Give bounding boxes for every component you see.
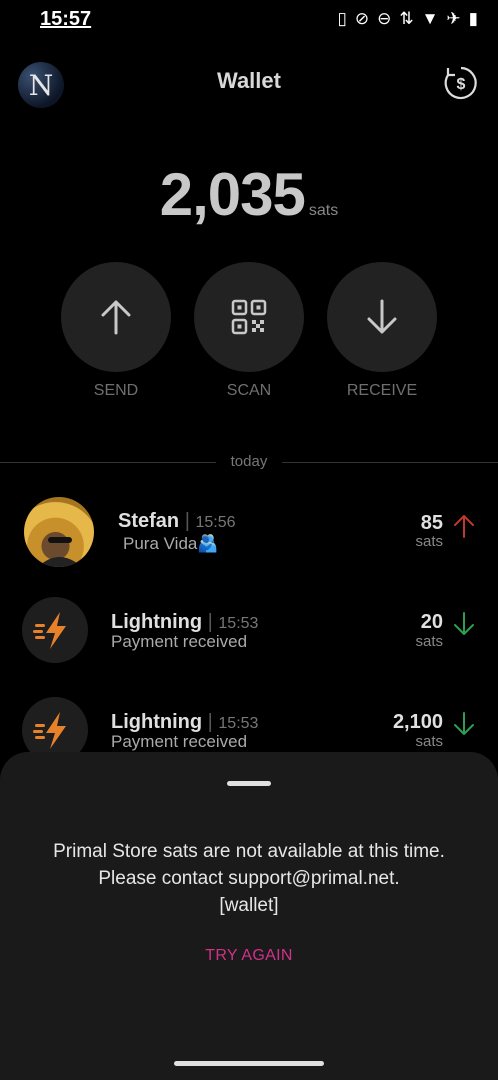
airplane-icon: ✈ [446,9,461,28]
try-again-button[interactable]: TRY AGAIN [0,947,498,965]
avatar[interactable] [24,497,94,567]
wifi-icon: ▼ [421,9,439,28]
transaction-unit: sats [415,633,443,650]
transaction-time: 15:53 [218,715,259,732]
status-time: 15:57 [40,8,92,30]
transaction-note: Pura Vida🫂 [123,534,219,553]
dollar-refresh-icon: $ [444,66,477,100]
transaction-name-text: Lightning [111,711,203,733]
dnd-icon: ⊖ [377,9,392,28]
separator: | [184,510,190,532]
scan-button[interactable]: SCAN [193,262,305,400]
separator: | [207,711,213,733]
qr-code-icon [231,299,267,335]
error-bottom-sheet: Primal Store sats are not available at t… [0,752,498,1080]
mute-icon: ⊘ [354,9,370,28]
error-message: Primal Store sats are not available at t… [30,838,468,919]
transaction-name-text: Lightning [111,611,203,633]
status-icons: ▯ ⊘ ⊖ ⇅ ▼ ✈ ▮ [337,8,478,30]
send-button[interactable]: SEND [60,262,172,400]
error-message-text: Primal Store sats are not available at t… [53,841,445,889]
transaction-row[interactable]: Stefan | 15:56 Pura Vida🫂 85 sats [0,496,498,576]
transaction-time: 15:53 [218,615,259,632]
transaction-amount: 85 [420,512,443,534]
balance-value: 2,035 [159,161,306,228]
separator: | [207,611,213,633]
svg-text:$: $ [457,76,466,93]
transaction-note: Payment received [111,732,248,751]
balance: 2,035 sats [0,160,498,229]
send-circle[interactable] [61,262,171,372]
arrow-up-icon [101,300,131,335]
transaction-note: Payment received [111,632,248,651]
currency-toggle-button[interactable]: $ [442,64,480,102]
user-photo-icon [38,537,82,567]
scan-circle[interactable] [194,262,304,372]
balance-unit: sats [308,202,339,219]
lightning-icon [33,612,66,649]
transaction-amount: 20 [420,611,443,633]
transaction-name-text: Stefan [118,510,180,532]
nfc-icon: ▯ [337,9,347,28]
transaction-row[interactable]: Lightning | 15:53 Payment received 20 sa… [0,597,498,677]
arrow-up-icon [454,515,474,538]
lightning-avatar [22,597,88,663]
error-code: [wallet] [219,895,279,916]
transaction-time: 15:56 [195,514,236,531]
transaction-name: Stefan | 15:56 [118,510,236,533]
receive-circle[interactable] [327,262,437,372]
scan-label: SCAN [226,382,272,399]
transaction-unit: sats [415,533,443,550]
arrow-down-icon [367,299,397,334]
page-title: Wallet [217,68,281,93]
transaction-amount: 2,100 [392,711,443,733]
transaction-unit: sats [415,733,443,750]
arrow-down-icon [454,712,474,735]
header: N Wallet $ [0,58,498,108]
receive-label: RECEIVE [346,382,418,399]
transaction-name: Lightning | 15:53 [111,611,258,634]
send-label: SEND [93,382,139,399]
date-divider: today [0,452,498,472]
sheet-drag-handle[interactable] [227,781,271,786]
transaction-name: Lightning | 15:53 [111,711,258,734]
divider-line-right [282,462,498,463]
home-indicator[interactable] [174,1061,324,1066]
status-bar: 15:57 ▯ ⊘ ⊖ ⇅ ▼ ✈ ▮ [0,0,498,40]
arrow-down-icon [454,612,474,635]
battery-icon: ▮ [468,9,478,28]
data-icon: ⇅ [399,9,414,28]
receive-button[interactable]: RECEIVE [326,262,438,400]
